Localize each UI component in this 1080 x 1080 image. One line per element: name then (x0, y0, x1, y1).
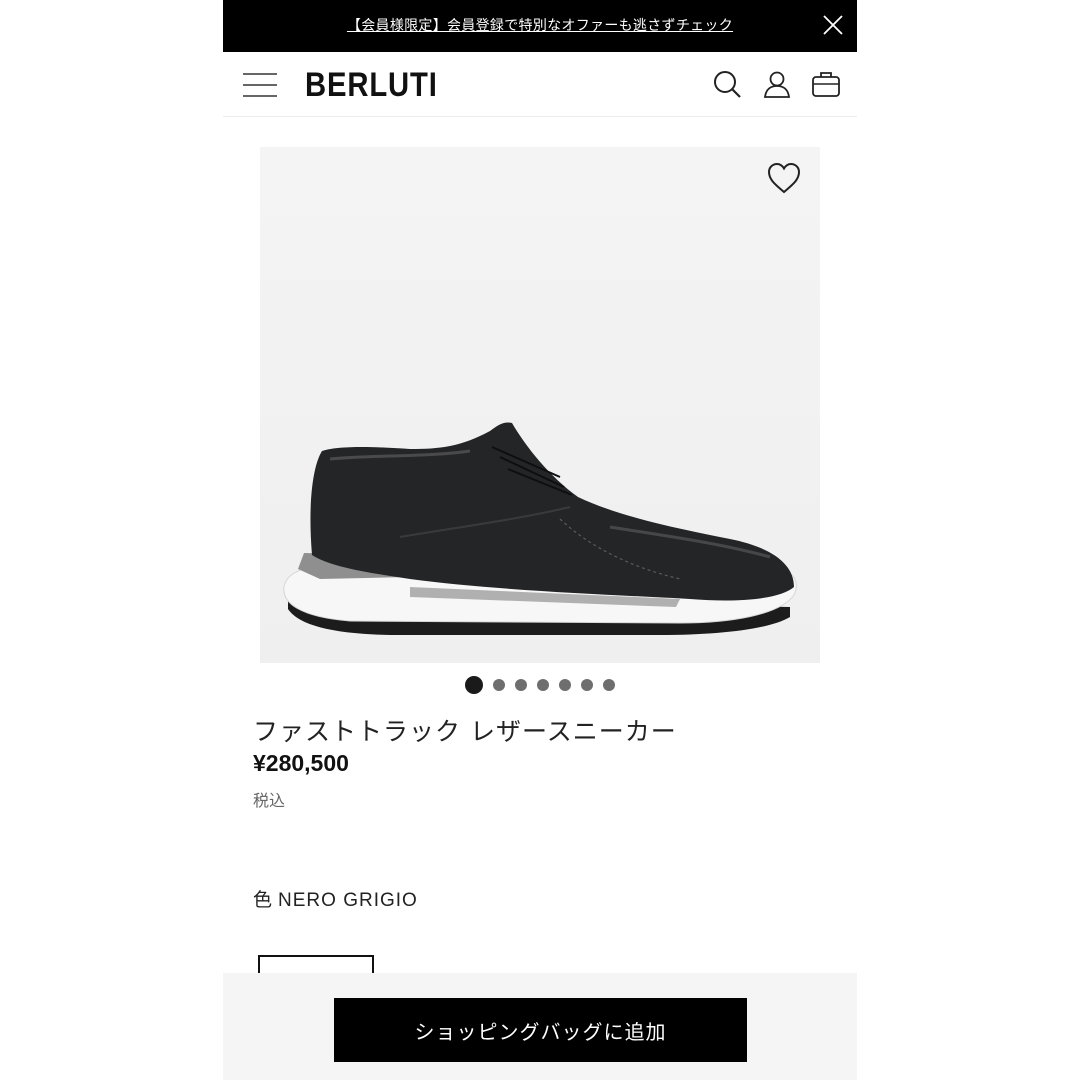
close-icon[interactable] (821, 13, 845, 37)
gallery-dot[interactable] (603, 679, 615, 691)
tax-note: 税込 (253, 791, 286, 810)
site-header: BERLUTI (223, 52, 857, 117)
product-name: ファストトラック レザースニーカー (253, 717, 677, 746)
color-label: 色 (253, 889, 273, 911)
sticky-cta-bar: ショッピングバッグに追加 (223, 973, 857, 1080)
product-image[interactable] (260, 147, 820, 663)
promo-banner[interactable]: 【会員様限定】会員登録で特別なオファーも逃さずチェック (223, 0, 857, 52)
promo-link[interactable]: 【会員様限定】会員登録で特別なオファーも逃さずチェック (223, 15, 857, 35)
sneaker-image (283, 422, 797, 635)
heart-icon[interactable] (766, 161, 802, 195)
gallery-dot[interactable] (537, 679, 549, 691)
add-to-bag-button[interactable]: ショッピングバッグに追加 (334, 998, 747, 1062)
product-page: 【会員様限定】会員登録で特別なオファーも逃さずチェック BERLUTI ファスト… (223, 0, 857, 1080)
shopping-bag-icon[interactable] (810, 68, 842, 100)
gallery-pagination (223, 675, 857, 695)
color-selector-label: 色 NERO GRIGIO (253, 885, 418, 912)
menu-icon[interactable] (243, 72, 277, 98)
brand-logo[interactable]: BERLUTI (305, 66, 438, 105)
search-icon[interactable] (711, 68, 743, 100)
color-value: NERO GRIGIO (278, 890, 418, 911)
gallery-dot[interactable] (581, 679, 593, 691)
product-price: ¥280,500 (253, 750, 349, 776)
gallery-dot[interactable] (515, 679, 527, 691)
gallery-dot[interactable] (465, 676, 483, 694)
account-icon[interactable] (761, 68, 793, 100)
gallery-dot[interactable] (493, 679, 505, 691)
gallery-dot[interactable] (559, 679, 571, 691)
